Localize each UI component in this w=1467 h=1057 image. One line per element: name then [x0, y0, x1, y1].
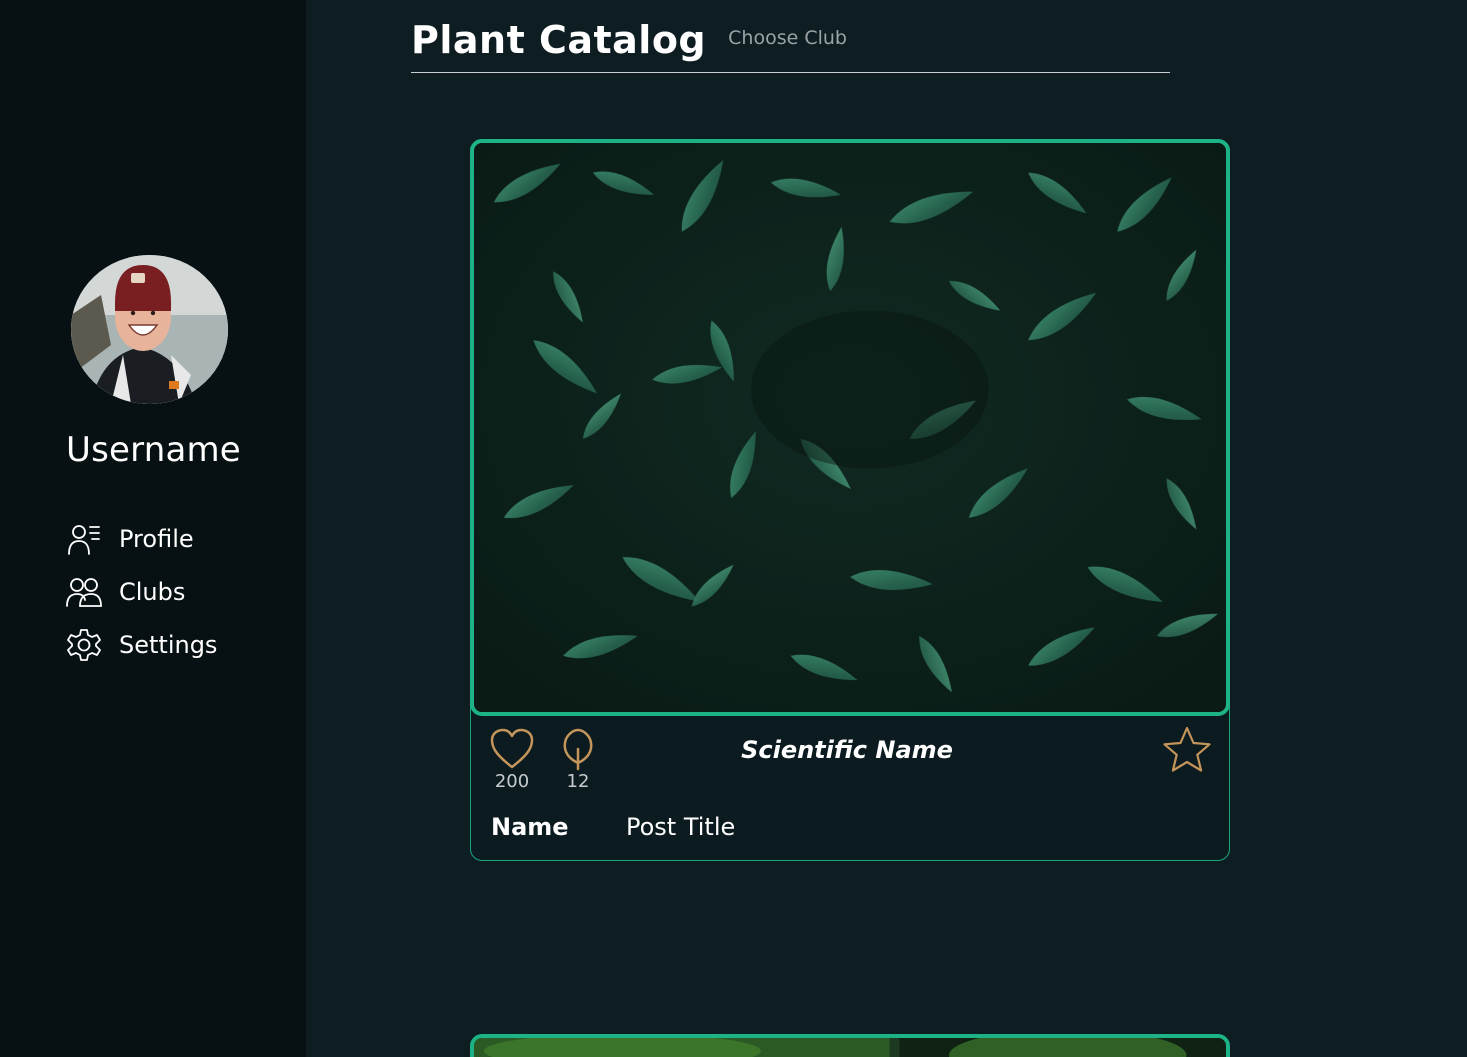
comment-count: 12	[566, 771, 590, 792]
choose-club-dropdown[interactable]: Choose Club	[728, 27, 847, 49]
post-title[interactable]: Post Title	[626, 813, 735, 841]
sidebar-item-profile[interactable]: Profile	[66, 512, 217, 565]
clubs-icon	[66, 574, 102, 610]
sidebar-item-label: Clubs	[119, 577, 186, 606]
sidebar-nav: Profile Clubs Settings	[66, 512, 217, 671]
post-card-preview[interactable]	[470, 1034, 1230, 1057]
sidebar-item-label: Settings	[119, 630, 218, 659]
gear-icon	[66, 627, 102, 663]
post-image[interactable]	[470, 139, 1230, 716]
author-name[interactable]: Name	[491, 813, 626, 841]
scientific-name: Scientific Name	[741, 736, 953, 764]
username: Username	[66, 430, 241, 470]
leaves-photo	[474, 143, 1226, 712]
post-meta: Name Post Title	[491, 813, 735, 841]
favorite-button[interactable]	[1161, 725, 1213, 775]
star-icon	[1163, 726, 1211, 772]
post-card: 200 12 Scientific Name Name Post Title	[470, 139, 1230, 861]
page-title: Plant Catalog	[411, 18, 707, 62]
sidebar-item-clubs[interactable]: Clubs	[66, 565, 217, 618]
sidebar: Username Profile Clubs Settings	[0, 0, 306, 1057]
sidebar-item-settings[interactable]: Settings	[66, 618, 217, 671]
app: Username Profile Clubs Settings Plant Ca…	[0, 0, 1467, 1057]
avatar-image	[71, 255, 228, 404]
profile-icon	[66, 521, 102, 557]
page-header: Plant Catalog Choose Club	[411, 14, 1170, 73]
like-count: 200	[494, 771, 530, 792]
post-image-preview	[474, 1038, 1226, 1057]
avatar[interactable]	[71, 255, 228, 404]
sidebar-item-label: Profile	[119, 524, 194, 553]
